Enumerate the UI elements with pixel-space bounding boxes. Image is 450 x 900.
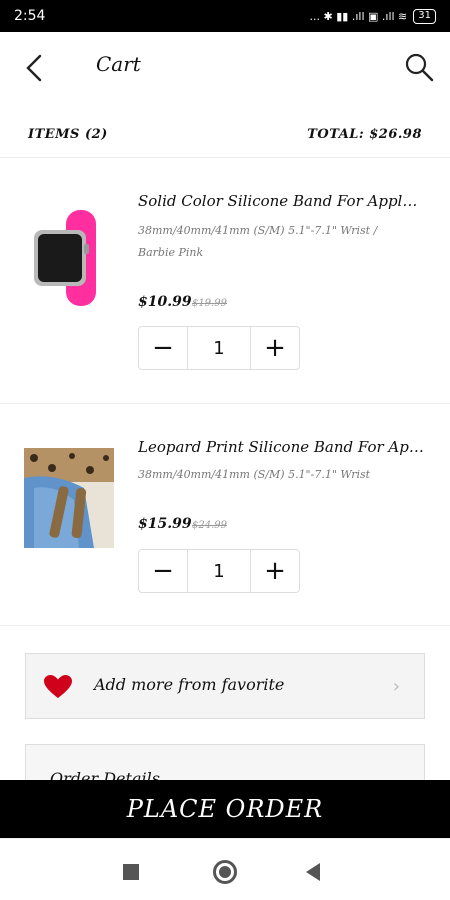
leopard-band-image[interactable] (24, 448, 114, 548)
variant-line: 38mm/40mm/41mm (S/M) 5.1"-7.1" Wrist / (138, 224, 378, 237)
system-nav-bar (0, 838, 450, 900)
increase-quantity-button[interactable]: + (251, 327, 299, 369)
heart-icon (44, 675, 72, 698)
back-button[interactable] (22, 54, 50, 82)
increase-quantity-button[interactable]: + (251, 550, 299, 592)
items-count: ITEMS (2) (28, 127, 108, 142)
item-price: $10.99 (138, 294, 192, 310)
decrease-quantity-button[interactable]: − (139, 327, 187, 369)
item-title[interactable]: Solid Color Silicone Band For Apple... (138, 192, 424, 210)
item-variant: 38mm/40mm/41mm (S/M) 5.1"-7.1" Wrist (138, 464, 418, 486)
decrease-quantity-button[interactable]: − (139, 550, 187, 592)
quantity-stepper: − 1 + (138, 549, 300, 593)
cart-item: Solid Color Silicone Band For Apple... 3… (0, 158, 450, 404)
cart-item: Leopard Print Silicone Band For Appl... … (0, 404, 450, 626)
favorite-label: Add more from favorite (94, 675, 285, 694)
quantity-value: 1 (187, 327, 251, 369)
status-icons: ... ✱ ▮▮ .ıll ▣ .ıll ≋ 31 (309, 8, 436, 24)
item-price: $15.99 (138, 516, 192, 532)
chevron-right-icon: › (392, 676, 400, 697)
item-old-price: $24.99 (192, 520, 227, 531)
search-icon (405, 53, 434, 82)
item-variant: 38mm/40mm/41mm (S/M) 5.1"-7.1" Wrist / B… (138, 220, 418, 264)
app-header: Cart (0, 32, 450, 102)
quantity-stepper: − 1 + (138, 326, 300, 370)
variant-line: Barbie Pink (138, 246, 204, 259)
item-old-price: $19.99 (192, 298, 227, 309)
status-time: 2:54 (14, 8, 46, 24)
place-order-button[interactable]: PLACE ORDER (0, 780, 450, 838)
battery-icon: 31 (413, 8, 436, 24)
home-icon[interactable] (213, 860, 237, 884)
page-title: Cart (96, 52, 141, 76)
cart-total: TOTAL: $26.98 (307, 127, 422, 142)
system-back-icon[interactable] (306, 863, 320, 881)
cart-summary: ITEMS (2) TOTAL: $26.98 (0, 112, 450, 158)
add-from-favorite-button[interactable]: Add more from favorite › (25, 653, 425, 719)
quantity-value: 1 (187, 550, 251, 592)
search-button[interactable] (404, 52, 434, 82)
item-title[interactable]: Leopard Print Silicone Band For Appl... (138, 438, 424, 456)
status-bar: 2:54 ... ✱ ▮▮ .ıll ▣ .ıll ≋ 31 (0, 0, 450, 32)
recent-apps-icon[interactable] (123, 864, 139, 880)
variant-line: 38mm/40mm/41mm (S/M) 5.1"-7.1" Wrist (138, 468, 371, 481)
signal-wifi-icons: ... ✱ ▮▮ .ıll ▣ .ıll ≋ (309, 9, 408, 23)
pink-watch-band-image[interactable] (24, 208, 114, 308)
back-arrow-icon (26, 54, 42, 82)
